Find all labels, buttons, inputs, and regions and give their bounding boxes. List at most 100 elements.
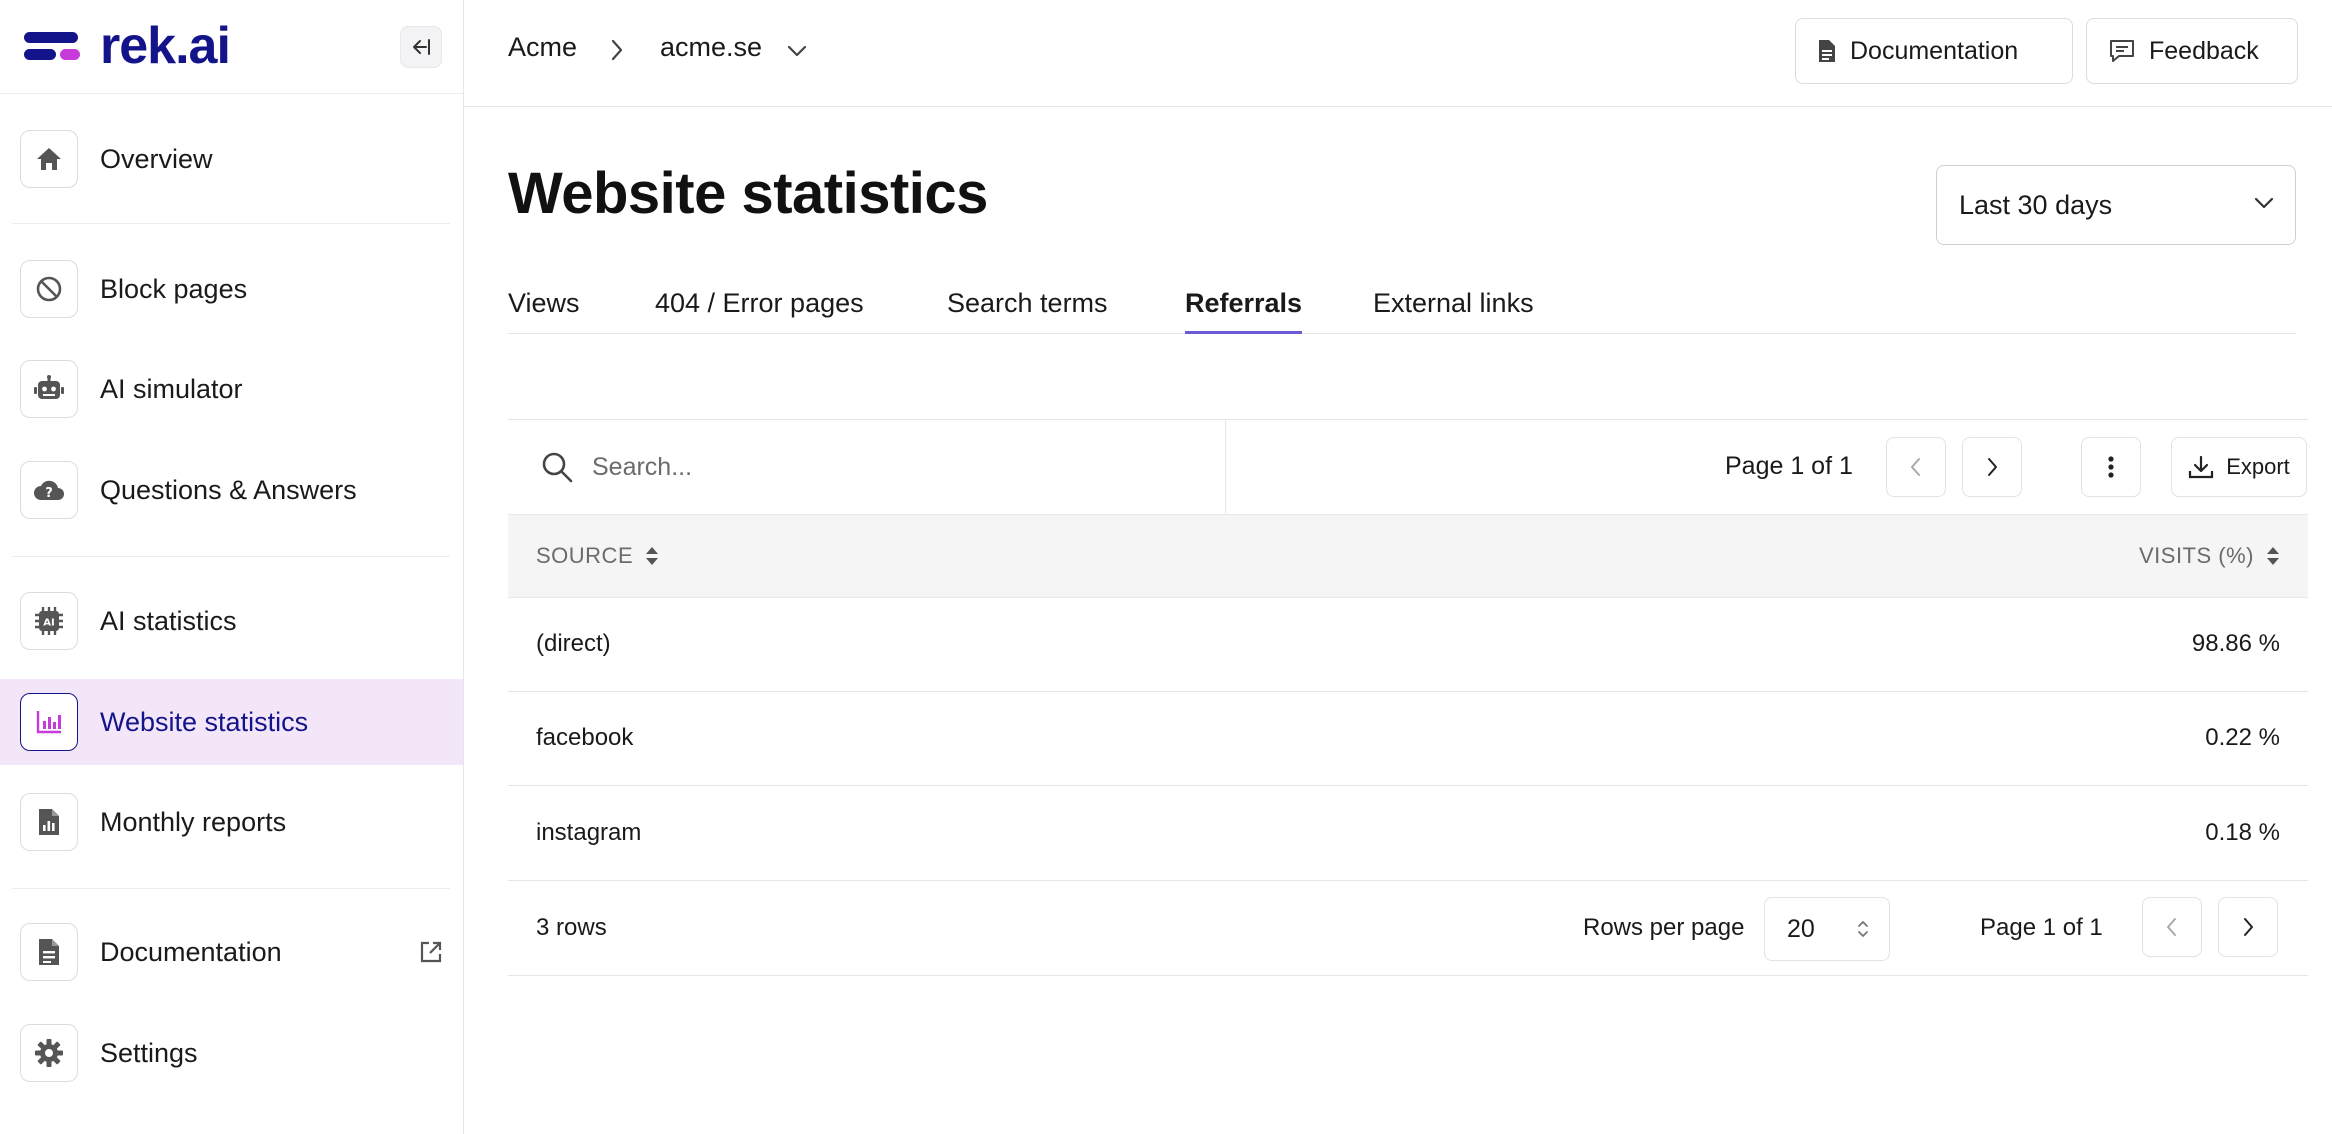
- more-vertical-icon: [2108, 456, 2114, 478]
- breadcrumb-site[interactable]: acme.se: [660, 32, 762, 63]
- svg-text:AI: AI: [43, 618, 54, 629]
- sidebar-item-overview[interactable]: Overview: [0, 116, 463, 202]
- sidebar-item-label: Settings: [100, 1037, 198, 1068]
- cloud-question-icon: ?: [20, 461, 78, 519]
- logo-text: rek.ai: [100, 17, 231, 75]
- date-range-value: Last 30 days: [1959, 189, 2113, 220]
- cell-source: facebook: [536, 724, 634, 751]
- date-range-select[interactable]: Last 30 days: [1936, 165, 2296, 245]
- tab-views[interactable]: Views: [508, 288, 580, 334]
- chevron-left-icon: [2167, 918, 2176, 936]
- logo[interactable]: rek.ai: [24, 17, 231, 75]
- sidebar-item-questions-answers[interactable]: ? Questions & Answers: [0, 447, 463, 533]
- sidebar-item-label: Website statistics: [100, 706, 309, 737]
- sidebar-item-ai-statistics[interactable]: AI AI statistics: [0, 578, 463, 664]
- table-row[interactable]: (direct) 98.86 %: [508, 598, 2308, 692]
- gear-icon: [20, 1024, 78, 1082]
- toolbar-next-page-button[interactable]: [1962, 437, 2022, 497]
- table-footer: 3 rows Rows per page 20 Page 1 of 1: [508, 882, 2308, 976]
- chevron-right-icon: [2244, 918, 2253, 936]
- sidebar-item-ai-simulator[interactable]: AI simulator: [0, 346, 463, 432]
- sidebar-item-label: Monthly reports: [100, 806, 287, 837]
- sidebar-item-label: Block pages: [100, 273, 248, 304]
- documentation-button[interactable]: Documentation: [1795, 18, 2073, 84]
- column-header-source[interactable]: SOURCE: [536, 543, 659, 569]
- top-bar: Acme acme.se Documentation Feedback: [464, 0, 2332, 107]
- export-button[interactable]: Export: [2171, 437, 2307, 497]
- table-row[interactable]: facebook 0.22 %: [508, 692, 2308, 786]
- search-icon: [542, 452, 573, 483]
- sort-icon: [2267, 547, 2279, 565]
- column-header-label: VISITS (%): [2138, 543, 2254, 568]
- sidebar-item-website-statistics[interactable]: Website statistics: [0, 679, 463, 765]
- sidebar-item-label: Questions & Answers: [100, 474, 357, 505]
- chevron-left-icon: [1911, 458, 1920, 476]
- sidebar-divider: [12, 556, 450, 557]
- toolbar-prev-page-button[interactable]: [1886, 437, 1946, 497]
- document-icon: [1819, 40, 1835, 62]
- sidebar-item-block-pages[interactable]: Block pages: [0, 246, 463, 332]
- chevron-right-icon: [611, 39, 623, 61]
- sidebar-item-settings[interactable]: Settings: [0, 1010, 463, 1096]
- sidebar-divider: [12, 223, 450, 224]
- tab-search-terms[interactable]: Search terms: [947, 288, 1108, 334]
- chevron-up-down-icon: [1858, 921, 1868, 937]
- column-header-visits[interactable]: VISITS (%): [2139, 543, 2280, 569]
- chevron-down-icon: [2254, 197, 2274, 209]
- ai-chip-icon: AI: [20, 592, 78, 650]
- robot-icon: [20, 360, 78, 418]
- document-icon: [20, 923, 78, 981]
- sidebar-item-label: Documentation: [100, 936, 282, 967]
- tab-external-links[interactable]: External links: [1373, 288, 1534, 334]
- cell-visits: 0.18 %: [2205, 819, 2280, 846]
- download-icon: [2189, 455, 2214, 479]
- block-icon: [20, 260, 78, 318]
- table-header: SOURCE VISITS (%): [508, 514, 2308, 598]
- documentation-button-label: Documentation: [1850, 36, 2019, 65]
- column-header-label: SOURCE: [536, 543, 634, 568]
- search-input[interactable]: [592, 444, 1192, 490]
- page-title: Website statistics: [508, 161, 988, 226]
- sidebar-header: rek.ai: [0, 0, 463, 94]
- sidebar-item-label: AI statistics: [100, 605, 237, 636]
- tab-404-error-pages[interactable]: 404 / Error pages: [655, 288, 864, 334]
- bar-chart-icon: [20, 693, 78, 751]
- feedback-button[interactable]: Feedback: [2086, 18, 2298, 84]
- svg-text:?: ?: [45, 486, 53, 501]
- sort-icon: [646, 547, 659, 565]
- collapse-left-icon: [413, 39, 430, 55]
- cell-visits: 98.86 %: [2191, 630, 2280, 657]
- row-count: 3 rows: [536, 914, 607, 941]
- report-file-icon: [20, 793, 78, 851]
- external-link-icon: [420, 941, 442, 963]
- stats-tabs: Views 404 / Error pages Search terms Ref…: [508, 284, 2296, 334]
- sidebar-item-label: AI simulator: [100, 373, 243, 404]
- tab-referrals[interactable]: Referrals: [1185, 288, 1303, 334]
- table-row[interactable]: instagram 0.18 %: [508, 787, 2308, 881]
- feedback-button-label: Feedback: [2149, 36, 2259, 65]
- export-button-label: Export: [2226, 454, 2290, 479]
- more-options-button[interactable]: [2081, 437, 2141, 497]
- chevron-right-icon: [1988, 458, 1997, 476]
- collapse-sidebar-button[interactable]: [400, 26, 442, 68]
- footer-page-info: Page 1 of 1: [1980, 914, 2103, 941]
- sidebar-item-documentation[interactable]: Documentation: [0, 909, 463, 995]
- feedback-icon: [2110, 40, 2134, 62]
- footer-prev-page-button[interactable]: [2142, 897, 2202, 957]
- chevron-down-icon[interactable]: [786, 44, 808, 58]
- toolbar-page-info: Page 1 of 1: [1725, 452, 1853, 480]
- home-icon: [20, 130, 78, 188]
- rows-per-page-value: 20: [1787, 914, 1815, 943]
- table-toolbar: Page 1 of 1 Export: [508, 419, 2308, 515]
- sidebar-item-monthly-reports[interactable]: Monthly reports: [0, 779, 463, 865]
- breadcrumb-org[interactable]: Acme: [508, 32, 577, 63]
- search-box: [508, 420, 1226, 515]
- cell-source: instagram: [536, 819, 642, 846]
- sidebar: rek.ai Overview Block pages AI simulator…: [0, 0, 464, 1134]
- footer-next-page-button[interactable]: [2218, 897, 2278, 957]
- rows-per-page-select[interactable]: 20: [1764, 897, 1890, 961]
- cell-visits: 0.22 %: [2205, 724, 2280, 751]
- sidebar-item-label: Overview: [100, 143, 213, 174]
- rows-per-page-label: Rows per page: [1583, 914, 1745, 941]
- sidebar-divider: [12, 888, 450, 889]
